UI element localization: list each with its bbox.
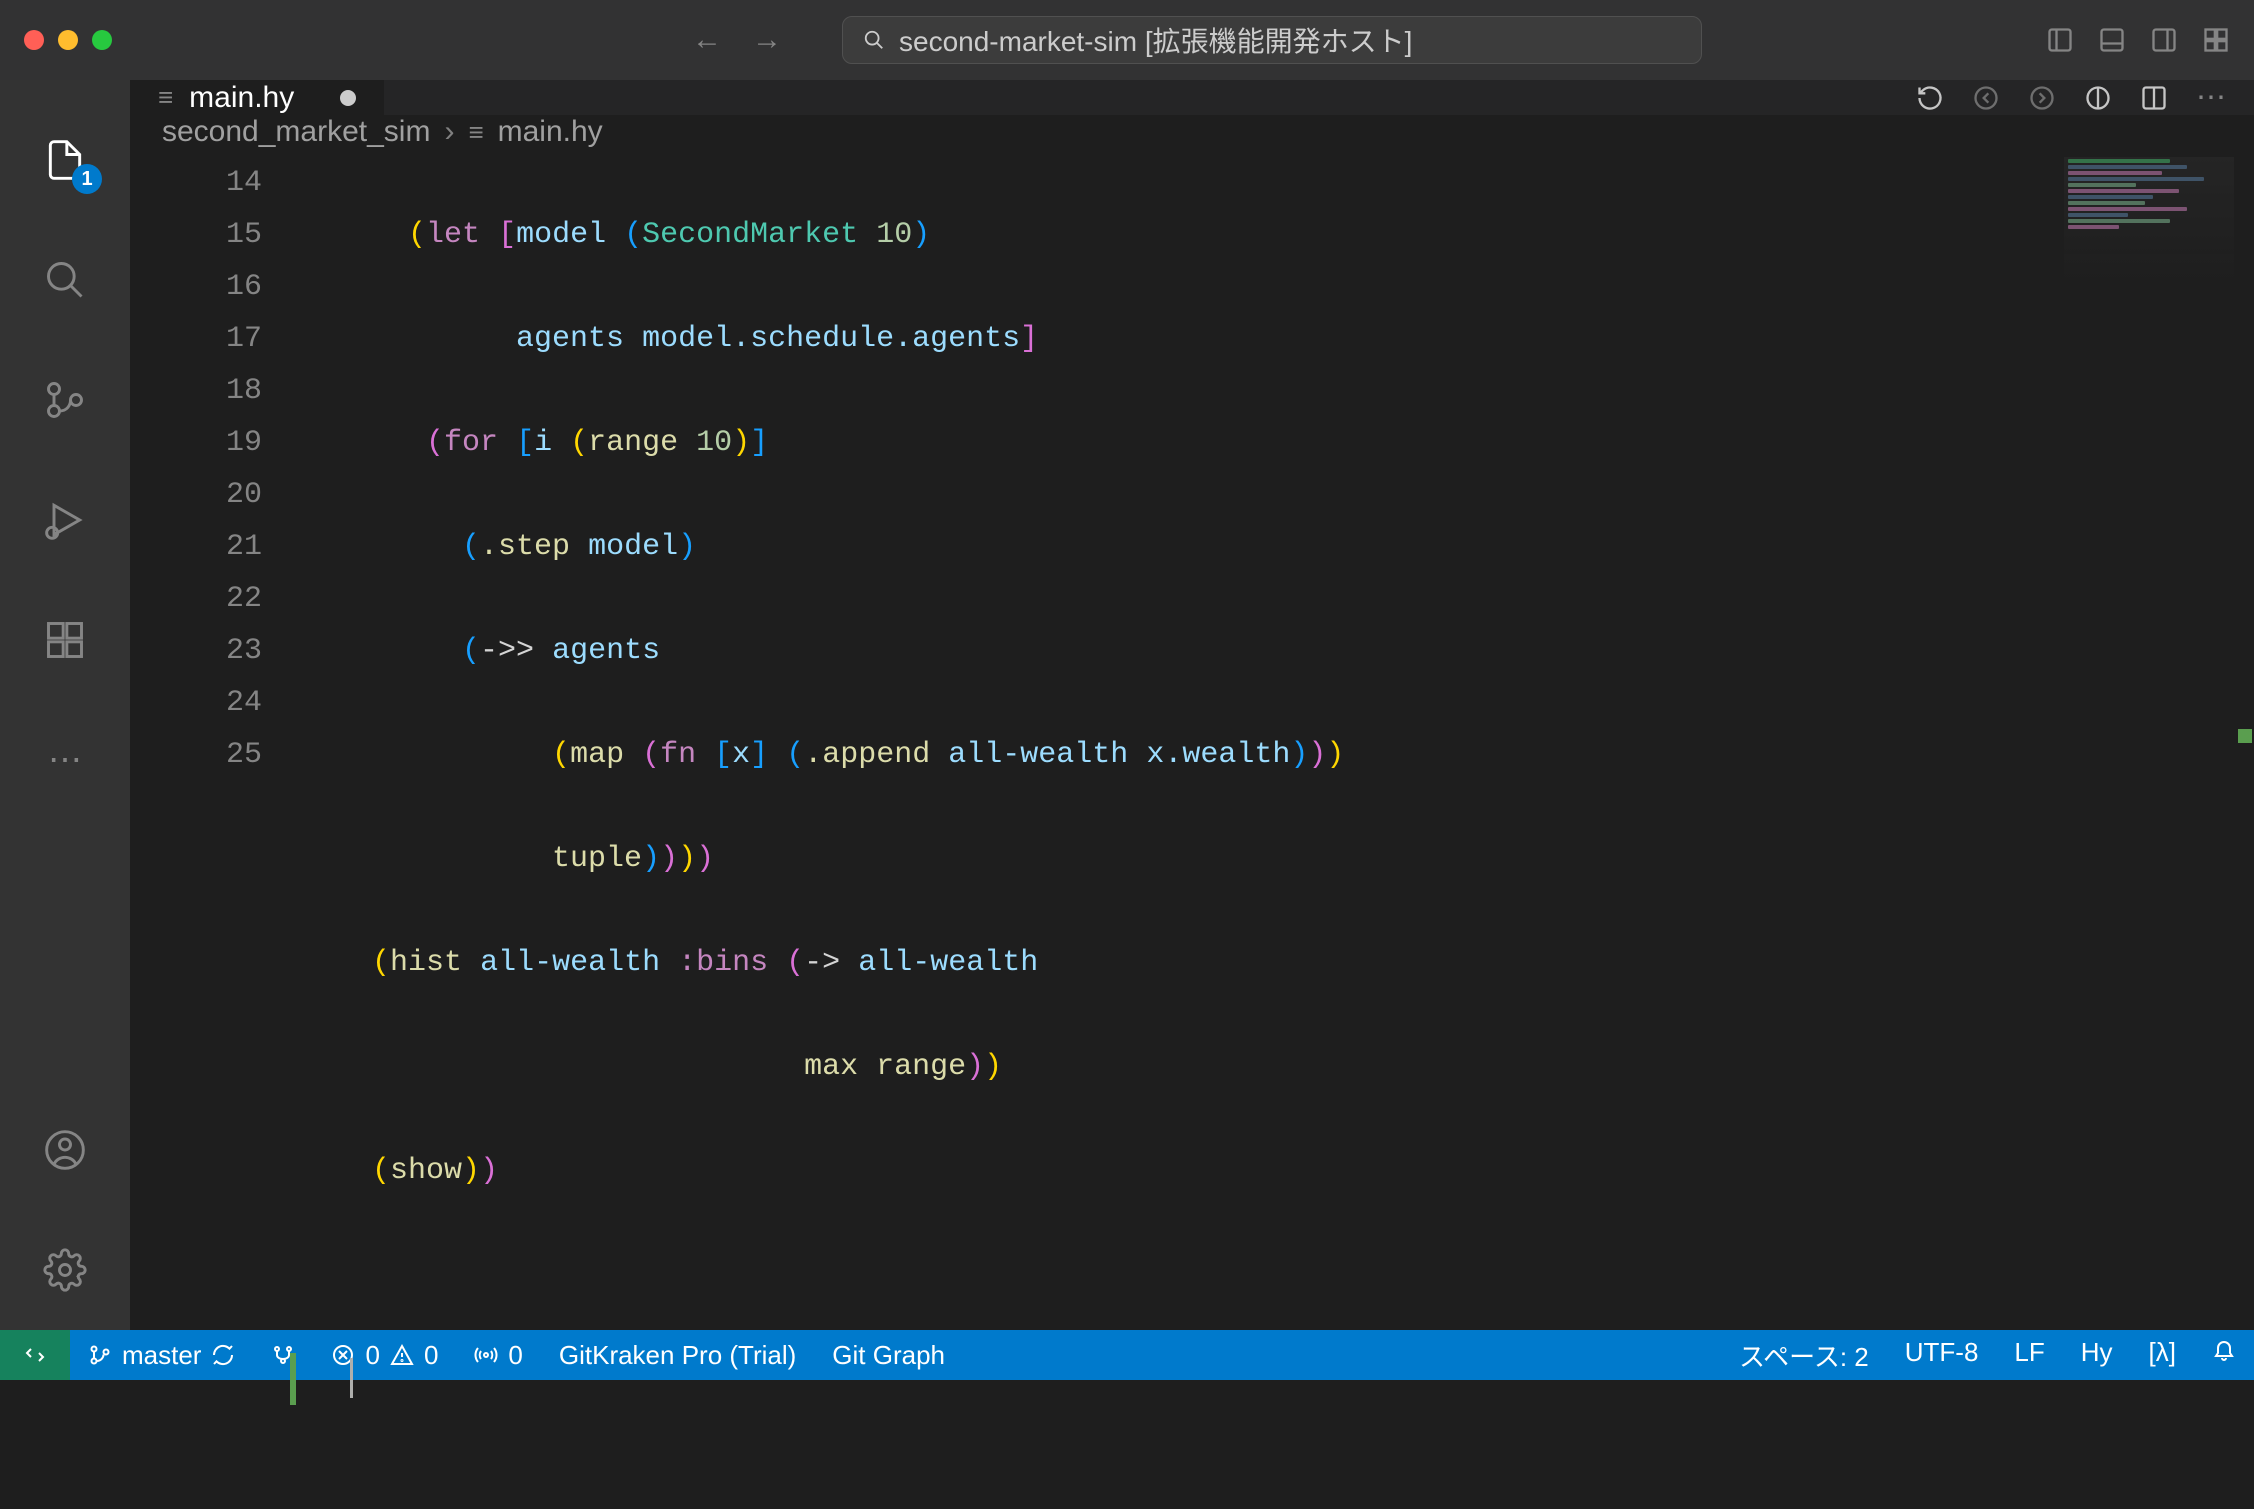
accounts-tab[interactable] [0,1090,130,1210]
gutter-change-indicator [290,1353,296,1405]
chevron-right-icon: › [444,115,454,149]
code-editor[interactable]: 14 15 16 17 18 19 20 21 22 23 24 25 (let… [130,149,2254,1509]
text-cursor [350,1358,353,1398]
line-number: 25 [130,729,262,781]
maximize-window-button[interactable] [92,30,112,50]
prev-change-icon[interactable] [1972,84,2000,112]
file-icon: ≡ [468,117,483,148]
gear-icon [43,1248,87,1292]
modified-indicator [340,90,356,106]
toggle-sidebar-left-icon[interactable] [2046,26,2074,54]
search-icon [863,29,885,51]
nav-forward-button[interactable]: → [752,23,782,57]
split-editor-icon[interactable] [2140,84,2168,112]
editor-area: ≡ main.hy ⋯ second_market_sim › ≡ main.h… [130,80,2254,1330]
extensions-icon [43,618,87,662]
close-window-button[interactable] [24,30,44,50]
line-number: 17 [130,313,262,365]
more-actions-icon[interactable]: ⋯ [2196,80,2226,115]
tab-filename: main.hy [189,81,294,115]
layout-controls [2046,26,2230,54]
account-icon [43,1128,87,1172]
line-number: 20 [130,469,262,521]
compare-icon[interactable] [2084,84,2112,112]
toggle-sidebar-right-icon[interactable] [2150,26,2178,54]
search-icon [43,258,87,302]
source-control-tab[interactable] [0,340,130,460]
line-number: 19 [130,417,262,469]
breadcrumb[interactable]: second_market_sim › ≡ main.hy [130,115,2254,149]
remote-icon [23,1343,47,1367]
explorer-badge: 1 [72,164,102,194]
line-number: 23 [130,625,262,677]
line-number: 14 [130,157,262,209]
editor-actions: ⋯ [1916,80,2254,115]
line-gutter: 14 15 16 17 18 19 20 21 22 23 24 25 [130,149,300,1509]
breadcrumb-file[interactable]: main.hy [498,115,603,149]
file-icon: ≡ [158,82,173,113]
line-number: 21 [130,521,262,573]
breadcrumb-folder[interactable]: second_market_sim [162,115,430,149]
overview-mark [2238,729,2252,743]
branch-icon [88,1343,112,1367]
line-number: 15 [130,209,262,261]
titlebar: ← → second-market-sim [拡張機能開発ホスト] [0,0,2254,80]
line-number: 22 [130,573,262,625]
line-number: 16 [130,261,262,313]
extensions-tab[interactable] [0,580,130,700]
code-lines[interactable]: (let [model (SecondMarket 10) agents mod… [300,149,2254,1509]
activity-bar: 1 ⋯ [0,80,130,1330]
nav-back-button[interactable]: ← [692,23,722,57]
discard-changes-icon[interactable] [1916,84,1944,112]
settings-tab[interactable] [0,1210,130,1330]
line-number: 18 [130,365,262,417]
more-tab[interactable]: ⋯ [0,700,130,820]
command-center-text: second-market-sim [拡張機能開発ホスト] [899,20,1412,60]
remote-button[interactable] [0,1330,70,1380]
ellipsis-icon: ⋯ [48,740,82,780]
run-debug-tab[interactable] [0,460,130,580]
customize-layout-icon[interactable] [2202,26,2230,54]
tab-main-hy[interactable]: ≡ main.hy [130,80,385,115]
debug-icon [43,498,87,542]
overview-ruler[interactable] [2236,149,2254,1509]
search-tab[interactable] [0,220,130,340]
tab-bar: ≡ main.hy ⋯ [130,80,2254,115]
minimap[interactable] [2064,157,2234,287]
nav-arrows: ← → [692,23,782,57]
command-center[interactable]: second-market-sim [拡張機能開発ホスト] [842,16,1702,64]
explorer-tab[interactable]: 1 [0,100,130,220]
source-control-icon [43,378,87,422]
toggle-panel-icon[interactable] [2098,26,2126,54]
next-change-icon[interactable] [2028,84,2056,112]
line-number: 24 [130,677,262,729]
window-controls [24,30,112,50]
minimize-window-button[interactable] [58,30,78,50]
